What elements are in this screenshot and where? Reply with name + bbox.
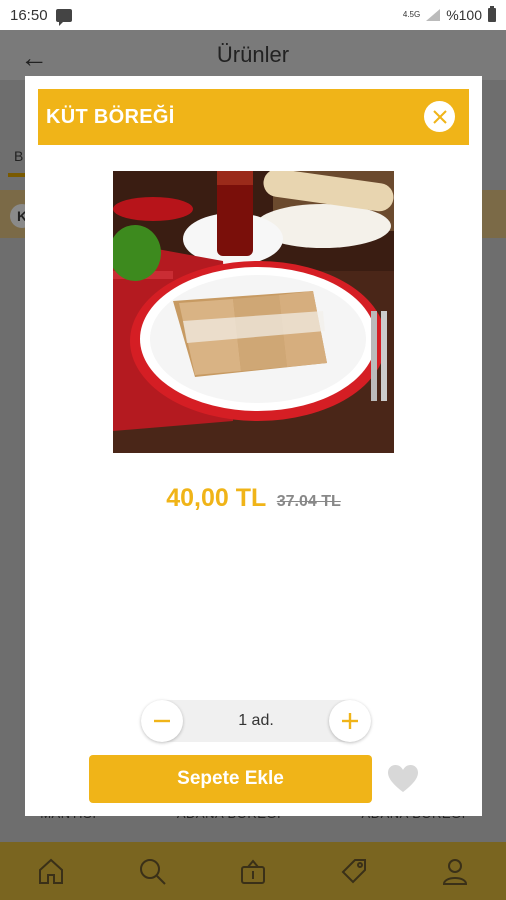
status-right: 4.5G %100 — [402, 6, 496, 23]
price-row: 40,00 TL 37.04 TL — [25, 484, 482, 513]
status-time: 16:50 — [10, 6, 48, 24]
home-icon[interactable] — [34, 854, 68, 888]
minus-icon[interactable] — [141, 700, 183, 742]
basket-icon[interactable] — [236, 854, 270, 888]
add-to-cart-button[interactable]: Sepete Ekle — [89, 755, 372, 803]
arrow-left-icon[interactable]: ← — [20, 42, 48, 74]
message-icon — [55, 8, 72, 26]
product-price: 40,00 TL — [166, 484, 267, 512]
battery-percentage: %100 — [446, 7, 482, 23]
user-icon[interactable] — [438, 854, 472, 888]
quantity-stepper: 1 ad. — [141, 700, 371, 742]
product-modal: KÜT BÖREĞİ 40,00 TL 37.04 TL 1 ad. Sepet… — [25, 76, 482, 816]
close-icon[interactable] — [424, 101, 455, 132]
product-image — [113, 171, 394, 453]
battery-icon — [488, 6, 496, 22]
old-price: 37.04 TL — [276, 493, 341, 510]
network-indicator: 4.5G — [402, 10, 421, 19]
plus-icon[interactable] — [329, 700, 371, 742]
bottom-nav — [0, 842, 506, 900]
tab-item[interactable]: B — [14, 148, 23, 164]
quantity-value: 1 ad. — [238, 712, 274, 729]
app-header: ← Ürünler — [0, 30, 506, 80]
tag-icon[interactable] — [337, 854, 371, 888]
status-bar: 16:50 4.5G %100 — [0, 0, 506, 30]
signal-icon — [426, 9, 441, 21]
product-title: KÜT BÖREĞİ — [46, 105, 175, 128]
heart-icon[interactable] — [387, 764, 419, 794]
modal-header: KÜT BÖREĞİ — [38, 89, 469, 145]
page-title: Ürünler — [216, 42, 290, 67]
search-icon[interactable] — [135, 854, 169, 888]
